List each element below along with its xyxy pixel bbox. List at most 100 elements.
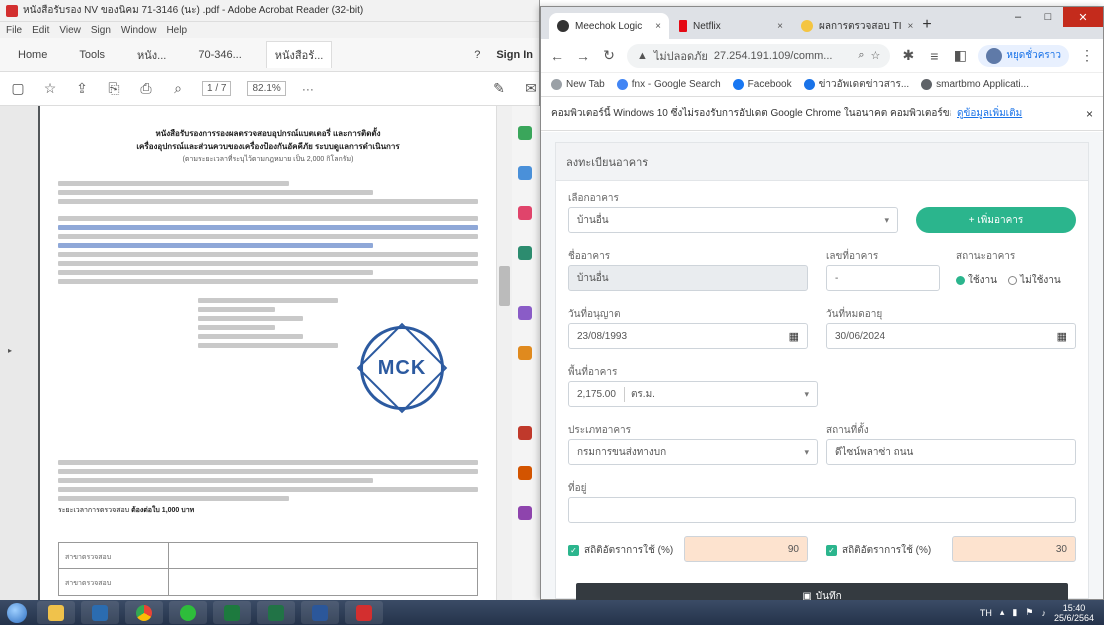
- tab-meechok[interactable]: Meechok Logic ×: [549, 13, 669, 39]
- collapse-left-icon[interactable]: ▸: [8, 346, 12, 355]
- upload-icon[interactable]: ⇪: [74, 80, 90, 97]
- status-active-radio[interactable]: ใช้งาน: [956, 273, 997, 288]
- bookmark-smartbmo[interactable]: smartbmo Applicati...: [921, 79, 1029, 90]
- building-no-field[interactable]: -: [826, 265, 940, 291]
- add-building-button[interactable]: + เพิ่มอาคาร: [916, 207, 1076, 233]
- rail-tool-icon[interactable]: [518, 426, 532, 440]
- page-indicator[interactable]: 1 / 7: [202, 81, 232, 96]
- address-bar[interactable]: ▲ ไม่ปลอดภัย 27.254.191.109/comm... ⌕ ☆: [627, 43, 891, 68]
- tab-doc-2[interactable]: 70-346...: [190, 45, 249, 65]
- search-icon[interactable]: ⌕: [170, 80, 186, 97]
- menu-view[interactable]: View: [59, 25, 81, 36]
- start-date-field[interactable]: 23/08/1993 ▦: [568, 323, 808, 349]
- usage-value-2[interactable]: 30: [952, 536, 1076, 562]
- taskbar-app-green[interactable]: [213, 601, 251, 624]
- tray-arrow-icon[interactable]: ▴: [1000, 607, 1005, 618]
- location-field[interactable]: ดีไซน์พลาซ่า ถนน: [826, 439, 1076, 465]
- rail-tool-icon[interactable]: [518, 506, 532, 520]
- sign-in-link[interactable]: Sign In: [496, 49, 539, 61]
- share-icon[interactable]: ⎘: [106, 80, 122, 97]
- start-button[interactable]: [0, 600, 34, 625]
- kebab-menu-icon[interactable]: ⋮: [1079, 47, 1095, 64]
- menu-sign[interactable]: Sign: [91, 25, 111, 36]
- tab-home[interactable]: Home: [10, 45, 55, 65]
- mail-icon[interactable]: ✉: [523, 80, 539, 97]
- tab-doc-1[interactable]: หนัง...: [129, 42, 174, 68]
- flag-icon[interactable]: ⚑: [1025, 607, 1033, 618]
- area-field[interactable]: 2,175.00 ตร.ม. ▾: [568, 381, 818, 407]
- pdf-scrollbar[interactable]: [496, 106, 512, 600]
- extensions-icon[interactable]: ✱: [900, 47, 916, 64]
- sidepanel-icon[interactable]: ◧: [952, 47, 968, 64]
- rail-tool-icon[interactable]: [518, 246, 532, 260]
- calendar-icon[interactable]: ▦: [789, 330, 799, 343]
- menu-file[interactable]: File: [6, 25, 22, 36]
- calendar-icon[interactable]: ▦: [1057, 330, 1067, 343]
- taskbar-line[interactable]: [169, 601, 207, 624]
- back-icon[interactable]: ←: [549, 48, 565, 64]
- menu-edit[interactable]: Edit: [32, 25, 49, 36]
- usage-value-1[interactable]: 90: [684, 536, 808, 562]
- volume-icon[interactable]: ♪: [1041, 608, 1046, 618]
- usage-check-2[interactable]: ✓ สถิติอัตราการใช้ (%): [826, 543, 931, 558]
- infobar-learn-more-link[interactable]: ดูข้อมูลเพิ่มเติม: [957, 106, 1022, 121]
- taskbar-explorer[interactable]: [37, 601, 75, 624]
- language-indicator[interactable]: TH: [980, 608, 992, 618]
- building-group-select[interactable]: กรมการขนส่งทางบก ▾: [568, 439, 818, 465]
- bookmark-google[interactable]: fnx - Google Search: [616, 79, 721, 90]
- star-icon[interactable]: ☆: [870, 49, 880, 62]
- area-unit-select[interactable]: ตร.ม.: [623, 386, 674, 402]
- address-field[interactable]: [568, 497, 1076, 523]
- usage-check-1[interactable]: ✓ สถิติอัตราการใช้ (%): [568, 543, 673, 558]
- bookmark-facebook[interactable]: Facebook: [732, 79, 792, 90]
- save-icon[interactable]: ▢: [10, 80, 26, 97]
- minimize-icon[interactable]: –: [1003, 7, 1033, 27]
- menu-window[interactable]: Window: [121, 25, 157, 36]
- reload-icon[interactable]: ↻: [601, 47, 617, 64]
- rail-tool-icon[interactable]: [518, 166, 532, 180]
- taskbar-store[interactable]: [81, 601, 119, 624]
- taskbar-acrobat[interactable]: [345, 601, 383, 624]
- close-icon[interactable]: ×: [777, 21, 783, 32]
- bookmark-new-tab[interactable]: New Tab: [551, 79, 605, 90]
- rail-tool-icon[interactable]: [518, 206, 532, 220]
- tab-results[interactable]: ผลการตรวจสอบ TI ×: [793, 13, 913, 39]
- new-tab-button[interactable]: +: [915, 13, 939, 37]
- clock[interactable]: 15:40 25/6/2564: [1054, 603, 1094, 623]
- media-icon[interactable]: ≡: [926, 48, 942, 64]
- bookmark-news[interactable]: ข่าวอัพเดตข่าวสาร...: [803, 77, 909, 92]
- sign-icon[interactable]: ✎: [491, 80, 507, 97]
- forward-icon[interactable]: →: [575, 48, 591, 64]
- end-date-field[interactable]: 30/06/2024 ▦: [826, 323, 1076, 349]
- tab-netflix[interactable]: Netflix ×: [671, 13, 791, 39]
- help-icon[interactable]: ?: [474, 49, 480, 61]
- more-icon[interactable]: ···: [302, 82, 314, 96]
- taskbar-word[interactable]: [301, 601, 339, 624]
- rail-tool-icon[interactable]: [518, 126, 532, 140]
- checkbox-checked-icon[interactable]: ✓: [826, 545, 837, 556]
- window-close-icon[interactable]: ✕: [1063, 7, 1103, 27]
- network-icon[interactable]: ▮: [1012, 607, 1017, 618]
- bookmark-star-icon[interactable]: ☆: [42, 80, 58, 97]
- print-icon[interactable]: ⎙: [138, 80, 154, 97]
- taskbar-excel[interactable]: [257, 601, 295, 624]
- infobar-close-icon[interactable]: ×: [1086, 107, 1093, 121]
- status-inactive-radio[interactable]: ไม่ใช้งาน: [1008, 273, 1061, 288]
- building-name-field[interactable]: บ้านอื่น: [568, 265, 808, 291]
- taskbar-chrome[interactable]: [125, 601, 163, 624]
- menu-help[interactable]: Help: [166, 25, 187, 36]
- scroll-thumb[interactable]: [499, 266, 510, 306]
- maximize-icon[interactable]: □: [1033, 7, 1063, 27]
- close-icon[interactable]: ×: [908, 21, 914, 32]
- profile-button[interactable]: หยุดชั่วคราว: [978, 44, 1069, 67]
- checkbox-checked-icon[interactable]: ✓: [568, 545, 579, 556]
- close-icon[interactable]: ×: [655, 21, 661, 32]
- rail-tool-icon[interactable]: [518, 306, 532, 320]
- zoom-icon[interactable]: ⌕: [858, 49, 864, 62]
- tab-tools[interactable]: Tools: [71, 45, 113, 65]
- rail-tool-icon[interactable]: [518, 346, 532, 360]
- zoom-level[interactable]: 82.1%: [247, 81, 286, 96]
- building-type-select[interactable]: บ้านอื่น ▾: [568, 207, 898, 233]
- rail-tool-icon[interactable]: [518, 466, 532, 480]
- tab-doc-3[interactable]: หนังสือรั...: [265, 41, 333, 68]
